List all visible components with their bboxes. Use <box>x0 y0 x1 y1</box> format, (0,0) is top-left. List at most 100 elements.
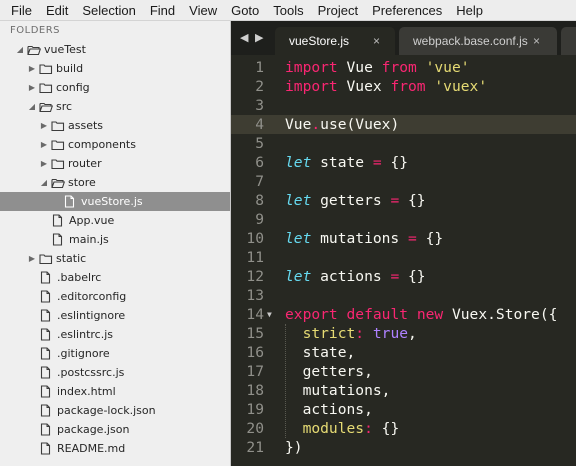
collapsed-arrow-icon[interactable]: ▶ <box>39 154 49 173</box>
tree-folder-config[interactable]: ▶ config <box>0 78 230 97</box>
code-line[interactable]: 11 <box>231 248 576 267</box>
menu-goto[interactable]: Goto <box>224 0 266 21</box>
expanded-arrow-icon[interactable]: ◢ <box>27 97 37 116</box>
tree-file--eslintrc-js[interactable]: .eslintrc.js <box>0 325 230 344</box>
line-number: 9 <box>255 211 264 228</box>
tab-webpack-base-conf[interactable]: webpack.base.conf.js × <box>399 27 557 55</box>
tree-label: .gitignore <box>57 347 110 360</box>
code-token: export <box>285 306 338 323</box>
menu-view[interactable]: View <box>182 0 224 21</box>
tree-folder-store[interactable]: ◢ store <box>0 173 230 192</box>
line-number: 14 <box>246 306 264 323</box>
tree-folder-src[interactable]: ◢ src <box>0 97 230 116</box>
folder-open-icon <box>51 176 66 189</box>
code-text: }) <box>285 438 303 457</box>
code-line[interactable]: 21}) <box>231 438 576 457</box>
tree-label: vueStore.js <box>81 195 143 208</box>
tree-file-README-md[interactable]: README.md <box>0 439 230 458</box>
menu-file[interactable]: File <box>4 0 39 21</box>
menu-help[interactable]: Help <box>449 0 490 21</box>
code-token: }) <box>285 439 303 456</box>
tree-label: static <box>56 252 87 265</box>
tab-vuestore[interactable]: vueStore.js × <box>275 27 395 55</box>
tree-folder-components[interactable]: ▶ components <box>0 135 230 154</box>
code-text: import Vuex from 'vuex' <box>285 77 487 96</box>
code-line[interactable]: 7 <box>231 172 576 191</box>
code-line[interactable]: 17 getters, <box>231 362 576 381</box>
tree-file--gitignore[interactable]: .gitignore <box>0 344 230 363</box>
code-token: strict <box>302 325 356 342</box>
tree-file--editorconfig[interactable]: .editorconfig <box>0 287 230 306</box>
code-line[interactable]: 20 modules: {} <box>231 419 576 438</box>
menu-tools[interactable]: Tools <box>266 0 310 21</box>
tree-label: assets <box>68 119 104 132</box>
code-line[interactable]: 8 let getters = {} <box>231 191 576 210</box>
file-icon <box>52 214 65 227</box>
code-token: new <box>416 306 444 323</box>
tree-file-App-vue[interactable]: App.vue <box>0 211 230 230</box>
tree-file--babelrc[interactable]: .babelrc <box>0 268 230 287</box>
tree-file--eslintignore[interactable]: .eslintignore <box>0 306 230 325</box>
code-line[interactable]: 12 let actions = {} <box>231 267 576 286</box>
collapsed-arrow-icon[interactable]: ▶ <box>27 249 37 268</box>
tree-file-vueStore-js[interactable]: vueStore.js <box>0 192 230 211</box>
folder-icon <box>39 81 53 94</box>
tree-label: config <box>56 81 90 94</box>
tree-file-package-json[interactable]: package.json <box>0 420 230 439</box>
code-token: : <box>355 325 365 342</box>
file-icon <box>40 328 53 341</box>
collapsed-arrow-icon[interactable]: ▶ <box>27 78 37 97</box>
code-line[interactable]: 9 <box>231 210 576 229</box>
code-line[interactable]: 2 import Vuex from 'vuex' <box>231 77 576 96</box>
tree-folder-assets[interactable]: ▶ assets <box>0 116 230 135</box>
tree-label: vueTest <box>44 43 86 56</box>
close-icon[interactable]: × <box>373 27 380 55</box>
expanded-arrow-icon[interactable]: ◢ <box>15 40 25 59</box>
code-line[interactable]: 14 ▼ export default new Vuex.Store({ <box>231 305 576 324</box>
tree-label: router <box>68 157 102 170</box>
tree-label: main.js <box>69 233 109 246</box>
collapsed-arrow-icon[interactable]: ▶ <box>27 59 37 78</box>
code-line[interactable]: 13 <box>231 286 576 305</box>
close-icon[interactable]: × <box>533 27 540 55</box>
tree-label: build <box>56 62 84 75</box>
nav-right-icon[interactable]: ▶ <box>255 31 263 44</box>
folder-open-icon <box>27 43 42 56</box>
code-line[interactable]: 15 strict: true, <box>231 324 576 343</box>
tree-folder-build[interactable]: ▶ build <box>0 59 230 78</box>
menu-find[interactable]: Find <box>143 0 182 21</box>
code-line[interactable]: 5 <box>231 134 576 153</box>
code-line[interactable]: 3 <box>231 96 576 115</box>
expanded-arrow-icon[interactable]: ◢ <box>39 173 49 192</box>
menu-project[interactable]: Project <box>311 0 365 21</box>
collapsed-arrow-icon[interactable]: ▶ <box>39 135 49 154</box>
code-line[interactable]: 6 let state = {} <box>231 153 576 172</box>
tree-label: App.vue <box>69 214 115 227</box>
tree-folder-router[interactable]: ▶ router <box>0 154 230 173</box>
code-token: {} <box>416 230 444 247</box>
tree-file-package-lock-json[interactable]: package-lock.json <box>0 401 230 420</box>
folder-icon <box>51 138 65 151</box>
tab-label: webpack.base.conf.js <box>413 34 528 48</box>
tab-overflow[interactable] <box>561 27 576 55</box>
tree-folder-vueTest[interactable]: ◢ vueTest <box>0 40 230 59</box>
menu-preferences[interactable]: Preferences <box>365 0 449 21</box>
code-text: Vue.use(Vuex) <box>285 115 399 134</box>
tree-folder-static[interactable]: ▶ static <box>0 249 230 268</box>
code-line[interactable]: 18 mutations, <box>231 381 576 400</box>
menu-edit[interactable]: Edit <box>39 0 75 21</box>
tree-file--postcssrc-js[interactable]: .postcssrc.js <box>0 363 230 382</box>
code-token: let <box>285 154 312 171</box>
tree-file-main-js[interactable]: main.js <box>0 230 230 249</box>
code-line[interactable]: 1 import Vue from 'vue' <box>231 58 576 77</box>
collapsed-arrow-icon[interactable]: ▶ <box>39 116 49 135</box>
code-editor[interactable]: 1 import Vue from 'vue' 2 import Vuex from … <box>231 55 576 466</box>
nav-left-icon[interactable]: ◀ <box>240 31 248 44</box>
code-line[interactable]: 4 Vue.use(Vuex) <box>231 115 576 134</box>
menu-selection[interactable]: Selection <box>75 0 142 21</box>
code-line[interactable]: 10 let mutations = {} <box>231 229 576 248</box>
tree-file-index-html[interactable]: index.html <box>0 382 230 401</box>
code-line[interactable]: 19 actions, <box>231 400 576 419</box>
code-line[interactable]: 16 state, <box>231 343 576 362</box>
fold-arrow-icon[interactable]: ▼ <box>267 305 272 324</box>
